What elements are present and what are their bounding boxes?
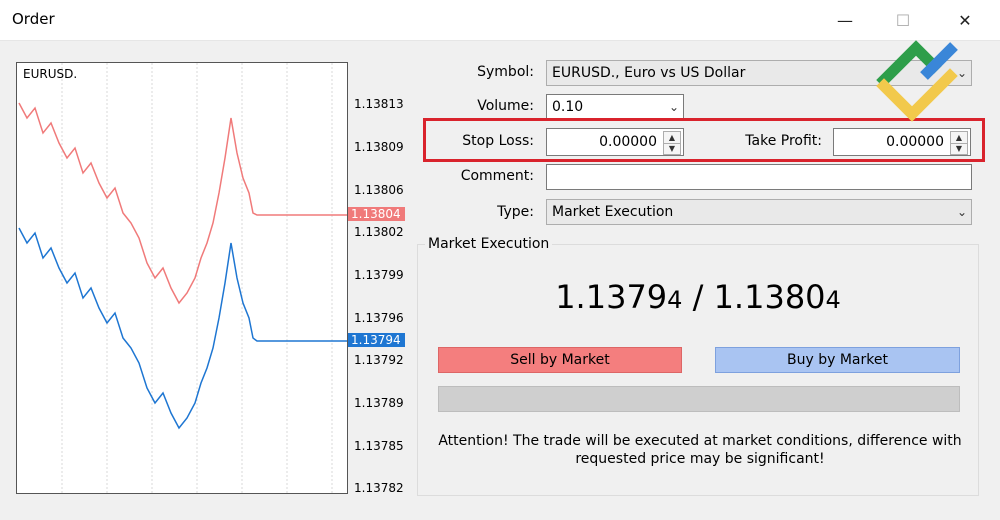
- y-tick: 1.13789: [354, 396, 404, 410]
- quote-separator: /: [682, 278, 714, 316]
- y-tick: 1.13785: [354, 439, 404, 453]
- chart-canvas: [18, 63, 347, 493]
- volume-combo[interactable]: 0.10 ⌄: [546, 94, 684, 120]
- attention-line-1: Attention! The trade will be executed at…: [438, 433, 962, 449]
- price-axis: 1.13813 1.13809 1.13806 1.13802 1.13799 …: [348, 62, 404, 495]
- ask-price-tag: 1.13804: [348, 207, 405, 221]
- title-bar: Order — ☐ ✕: [0, 0, 1000, 41]
- volume-label: Volume:: [477, 98, 534, 114]
- execution-progress-bar: [438, 386, 960, 412]
- ask-price-main: 1.1380: [713, 278, 826, 316]
- takeprofit-value: 0.00000: [886, 134, 944, 150]
- attention-line-2: requested price may be significant!: [575, 451, 825, 467]
- ask-price-line: [18, 102, 347, 305]
- volume-value: 0.10: [552, 99, 584, 115]
- y-tick: 1.13792: [354, 353, 404, 367]
- chart-grid: [61, 63, 333, 493]
- ask-price-small: 4: [825, 286, 841, 314]
- bid-price-small: 4: [667, 286, 683, 314]
- attention-text: Attention! The trade will be executed at…: [430, 432, 970, 468]
- bid-price-main: 1.1379: [555, 278, 668, 316]
- y-tick: 1.13796: [354, 311, 404, 325]
- takeprofit-label: Take Profit:: [745, 133, 822, 149]
- y-tick: 1.13799: [354, 268, 404, 282]
- y-tick: 1.13813: [354, 97, 404, 111]
- stoploss-value: 0.00000: [599, 134, 657, 150]
- chevron-down-icon[interactable]: ⌄: [957, 205, 967, 219]
- minimize-icon[interactable]: —: [822, 4, 868, 36]
- symbol-label: Symbol:: [477, 64, 534, 80]
- sell-by-market-button[interactable]: Sell by Market: [438, 347, 682, 373]
- buy-by-market-button[interactable]: Buy by Market: [715, 347, 960, 373]
- close-icon[interactable]: ✕: [942, 4, 988, 36]
- type-select[interactable]: Market Execution ⌄: [546, 199, 972, 225]
- comment-input[interactable]: [546, 164, 972, 190]
- y-tick: 1.13809: [354, 140, 404, 154]
- stoploss-input[interactable]: 0.00000 ▲ ▼: [546, 128, 684, 156]
- chevron-down-icon[interactable]: ⌄: [669, 100, 679, 114]
- bid-price-line: [18, 227, 347, 430]
- brand-logo-icon: [876, 40, 958, 122]
- spin-arrows-icon[interactable]: ▲ ▼: [950, 131, 968, 155]
- chart-symbol-label: EURUSD.: [23, 67, 78, 81]
- market-execution-label: Market Execution: [425, 236, 553, 252]
- bid-price-tag: 1.13794: [348, 333, 405, 347]
- quote-display: 1.13794 / 1.13804: [417, 278, 979, 316]
- symbol-value: EURUSD., Euro vs US Dollar: [552, 65, 746, 81]
- maximize-icon[interactable]: ☐: [880, 4, 926, 36]
- price-chart: EURUSD.: [16, 62, 348, 494]
- type-label: Type:: [497, 204, 534, 220]
- spin-arrows-icon[interactable]: ▲ ▼: [663, 131, 681, 155]
- takeprofit-input[interactable]: 0.00000 ▲ ▼: [833, 128, 971, 156]
- type-value: Market Execution: [552, 204, 674, 220]
- window-title: Order: [12, 10, 55, 28]
- y-tick: 1.13806: [354, 183, 404, 197]
- y-tick: 1.13782: [354, 481, 404, 495]
- comment-label: Comment:: [460, 168, 534, 184]
- stoploss-label: Stop Loss:: [462, 133, 534, 149]
- y-tick: 1.13802: [354, 225, 404, 239]
